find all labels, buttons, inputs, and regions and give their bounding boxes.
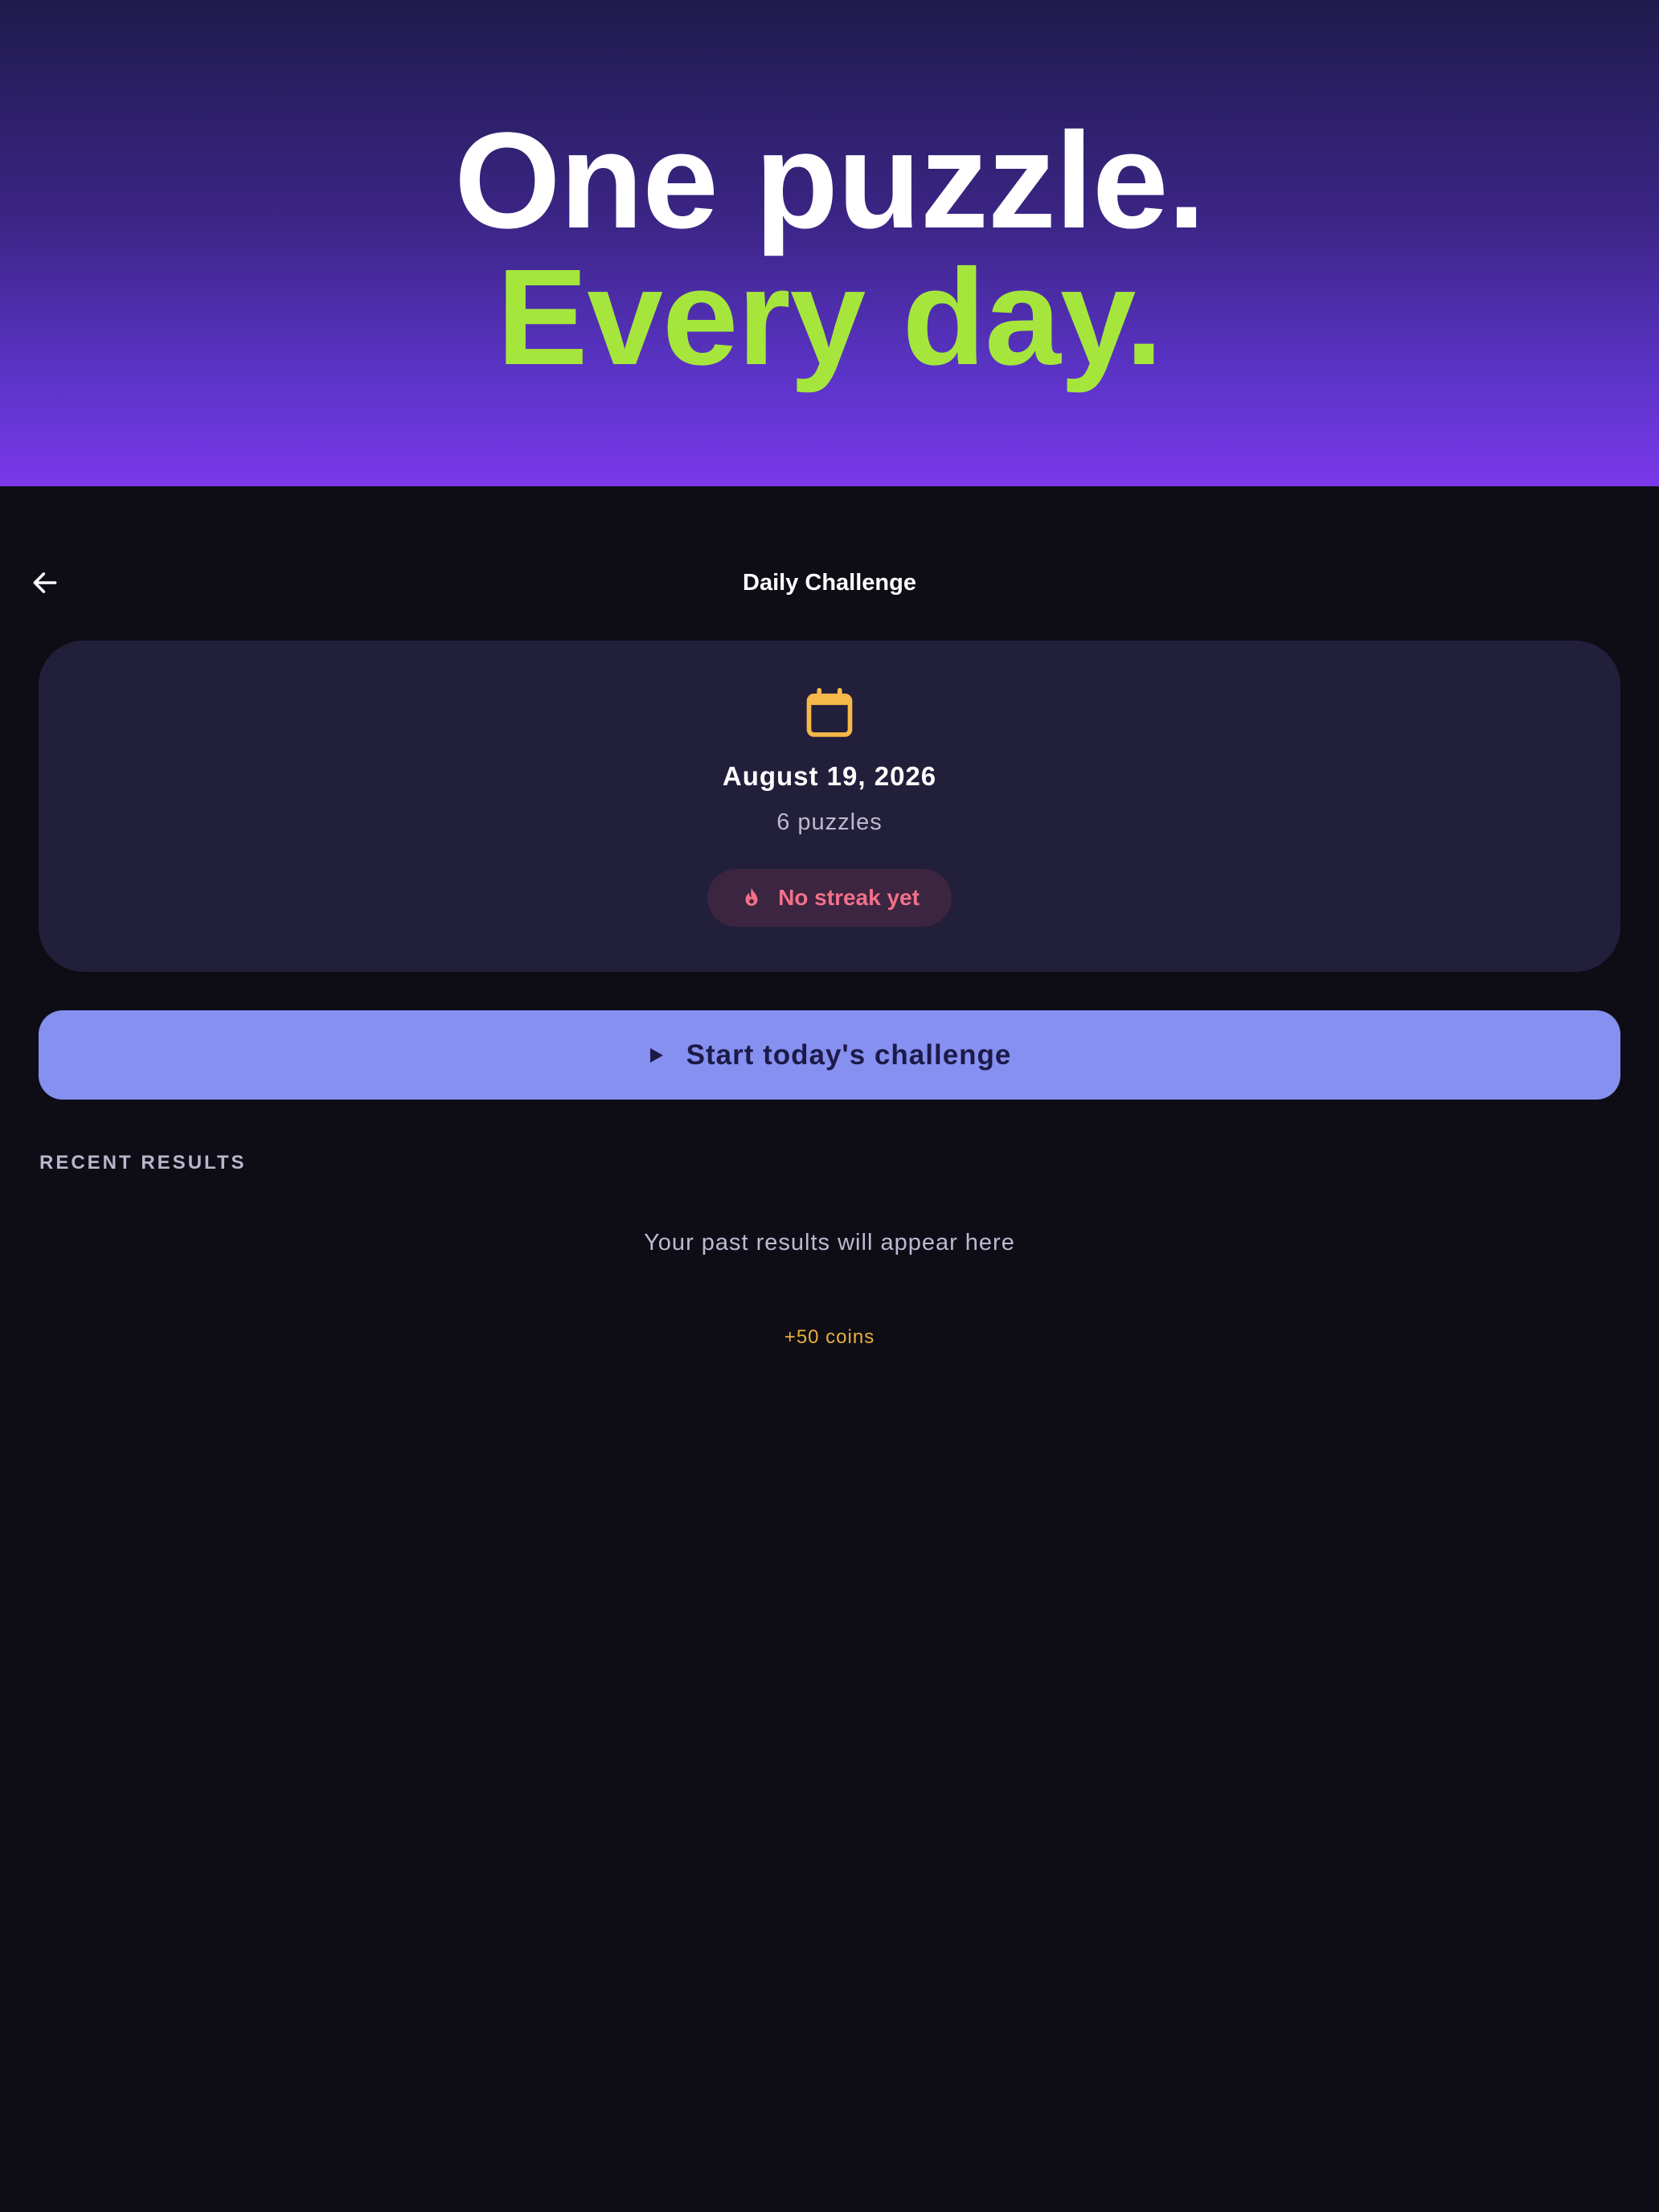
recent-results-heading: RECENT RESULTS — [39, 1152, 247, 1174]
flame-icon — [745, 887, 758, 906]
challenge-date: August 19, 2026 — [722, 761, 937, 791]
start-challenge-button[interactable]: Start today's challenge — [39, 1010, 1620, 1100]
streak-badge: No streak yet — [707, 869, 952, 927]
hero-banner: One puzzle. Every day. — [0, 0, 1659, 486]
top-app-bar: Daily Challenge — [0, 555, 1659, 611]
arrow-left-icon — [33, 572, 57, 593]
hero-headline-line1: One puzzle. — [454, 104, 1206, 257]
streak-label: No streak yet — [778, 885, 920, 910]
puzzle-count: 6 puzzles — [776, 809, 883, 835]
coins-reward-label: +50 coins — [784, 1326, 875, 1348]
daily-challenge-card: August 19, 2026 6 puzzles No streak yet — [39, 641, 1620, 972]
back-button[interactable] — [21, 555, 69, 611]
page-title: Daily Challenge — [743, 570, 916, 596]
hero-headline-line2: Every day. — [497, 241, 1163, 394]
calendar-icon — [806, 687, 853, 737]
play-icon — [649, 1047, 663, 1063]
recent-results-empty-message: Your past results will appear here — [644, 1230, 1015, 1256]
start-challenge-label: Start today's challenge — [686, 1038, 1012, 1071]
